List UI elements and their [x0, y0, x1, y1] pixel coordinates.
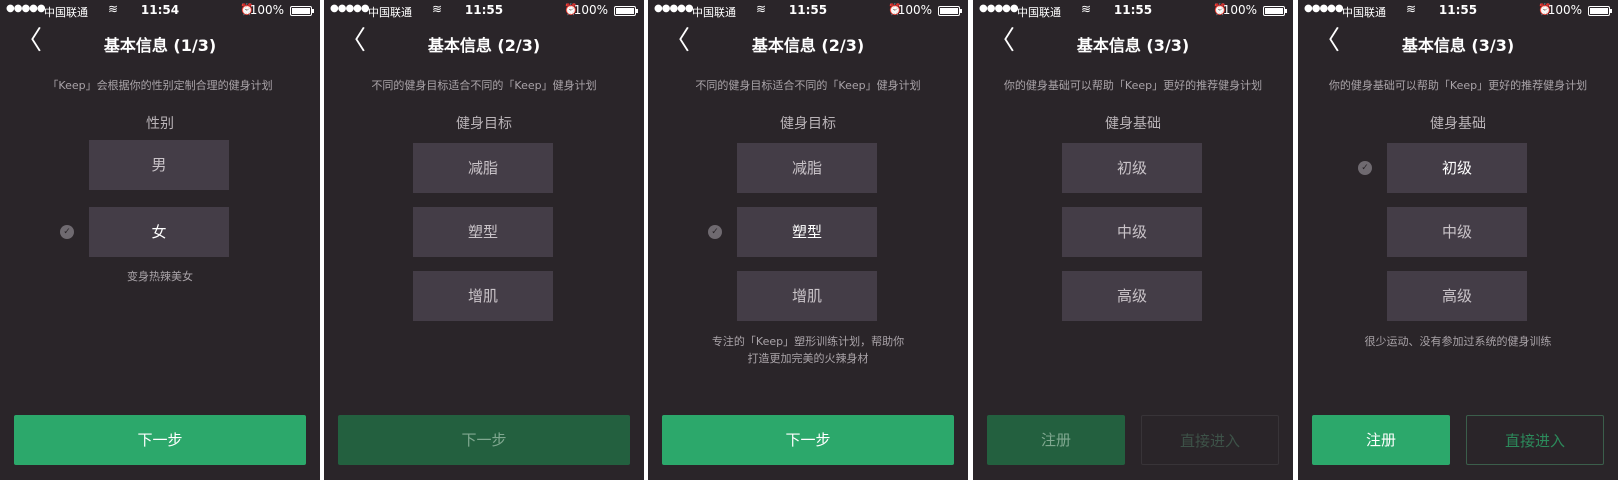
battery-percent: 100% [1547, 3, 1582, 17]
status-bar: ●●●●● 中国联通 ≋ 11:55 ⏰ 100% [1298, 0, 1618, 20]
battery-icon [938, 6, 962, 16]
option-female-button[interactable]: 女 [89, 207, 229, 257]
section-label: 健身基础 [1105, 116, 1161, 132]
option-muscle-button[interactable]: 增肌 [737, 271, 877, 321]
screenshot-strip: ●●●●● 中国联通 ≋ 11:54 ⏰ 100% 〈 基本信息 (1/3) 「… [0, 0, 1619, 480]
battery-percent: 100% [897, 3, 932, 17]
status-bar: ●●●●● 中国联通 ≋ 11:55 ⏰ 100% [324, 0, 644, 20]
screen-goal: ●●●●● 中国联通 ≋ 11:55 ⏰ 100% 〈 基本信息 (2/3) 不… [324, 0, 644, 480]
enter-directly-button[interactable]: 直接进入 [1466, 415, 1604, 465]
option-description: 很少运动、没有参加过系统的健身训练 [1364, 335, 1552, 348]
page-title: 基本信息 (3/3) [1401, 36, 1515, 55]
option-fat-loss-button[interactable]: 减脂 [737, 143, 877, 193]
screen-level: ●●●●● 中国联通 ≋ 11:55 ⏰ 100% 〈 基本信息 (3/3) 你… [973, 0, 1293, 480]
option-muscle-button[interactable]: 增肌 [413, 271, 553, 321]
option-shaping-button[interactable]: 塑型 [413, 207, 553, 257]
option-description: 变身热辣美女 [127, 270, 193, 283]
section-label: 健身目标 [780, 116, 836, 132]
page-subtitle: 你的健身基础可以帮助「Keep」更好的推荐健身计划 [1003, 79, 1263, 92]
battery-percent: 100% [249, 3, 284, 17]
battery-icon [614, 6, 638, 16]
section-label: 健身基础 [1430, 116, 1486, 132]
page-subtitle: 不同的健身目标适合不同的「Keep」健身计划 [371, 79, 597, 92]
section-label: 健身目标 [456, 116, 512, 132]
screen-level-selected: ●●●●● 中国联通 ≋ 11:55 ⏰ 100% 〈 基本信息 (3/3) 你… [1298, 0, 1618, 480]
status-bar: ●●●●● 中国联通 ≋ 11:54 ⏰ 100% [0, 0, 320, 20]
check-circle-icon: ✓ [60, 225, 74, 239]
option-male-button[interactable]: 男 [89, 140, 229, 190]
register-button[interactable]: 注册 [987, 415, 1125, 465]
check-circle-icon: ✓ [708, 225, 722, 239]
next-button[interactable]: 下一步 [14, 415, 306, 465]
page-subtitle: 你的健身基础可以帮助「Keep」更好的推荐健身计划 [1328, 79, 1588, 92]
page-title: 基本信息 (3/3) [1076, 36, 1190, 55]
option-beginner-button[interactable]: 初级 [1387, 143, 1527, 193]
page-subtitle: 「Keep」会根据你的性别定制合理的健身计划 [47, 79, 273, 92]
page-title: 基本信息 (2/3) [751, 36, 865, 55]
option-intermediate-button[interactable]: 中级 [1387, 207, 1527, 257]
option-description: 专注的「Keep」塑形训练计划，帮助你打造更加完美的火辣身材 [711, 335, 905, 365]
status-bar: ●●●●● 中国联通 ≋ 11:55 ⏰ 100% [973, 0, 1293, 20]
option-beginner-button[interactable]: 初级 [1062, 143, 1202, 193]
battery-icon [1263, 6, 1287, 16]
battery-icon [1588, 6, 1612, 16]
screen-goal-selected: ●●●●● 中国联通 ≋ 11:55 ⏰ 100% 〈 基本信息 (2/3) 不… [648, 0, 968, 480]
status-bar: ●●●●● 中国联通 ≋ 11:55 ⏰ 100% [648, 0, 968, 20]
page-title: 基本信息 (2/3) [427, 36, 541, 55]
screen-gender: ●●●●● 中国联通 ≋ 11:54 ⏰ 100% 〈 基本信息 (1/3) 「… [0, 0, 320, 480]
section-label: 性别 [146, 116, 174, 132]
next-button[interactable]: 下一步 [338, 415, 630, 465]
option-advanced-button[interactable]: 高级 [1387, 271, 1527, 321]
check-circle-icon: ✓ [1358, 161, 1372, 175]
page-title: 基本信息 (1/3) [103, 36, 217, 55]
battery-percent: 100% [573, 3, 608, 17]
next-button[interactable]: 下一步 [662, 415, 954, 465]
option-intermediate-button[interactable]: 中级 [1062, 207, 1202, 257]
battery-percent: 100% [1222, 3, 1257, 17]
option-shaping-button[interactable]: 塑型 [737, 207, 877, 257]
page-subtitle: 不同的健身目标适合不同的「Keep」健身计划 [695, 79, 921, 92]
option-advanced-button[interactable]: 高级 [1062, 271, 1202, 321]
battery-icon [290, 6, 314, 16]
register-button[interactable]: 注册 [1312, 415, 1450, 465]
option-fat-loss-button[interactable]: 减脂 [413, 143, 553, 193]
enter-directly-button[interactable]: 直接进入 [1141, 415, 1279, 465]
